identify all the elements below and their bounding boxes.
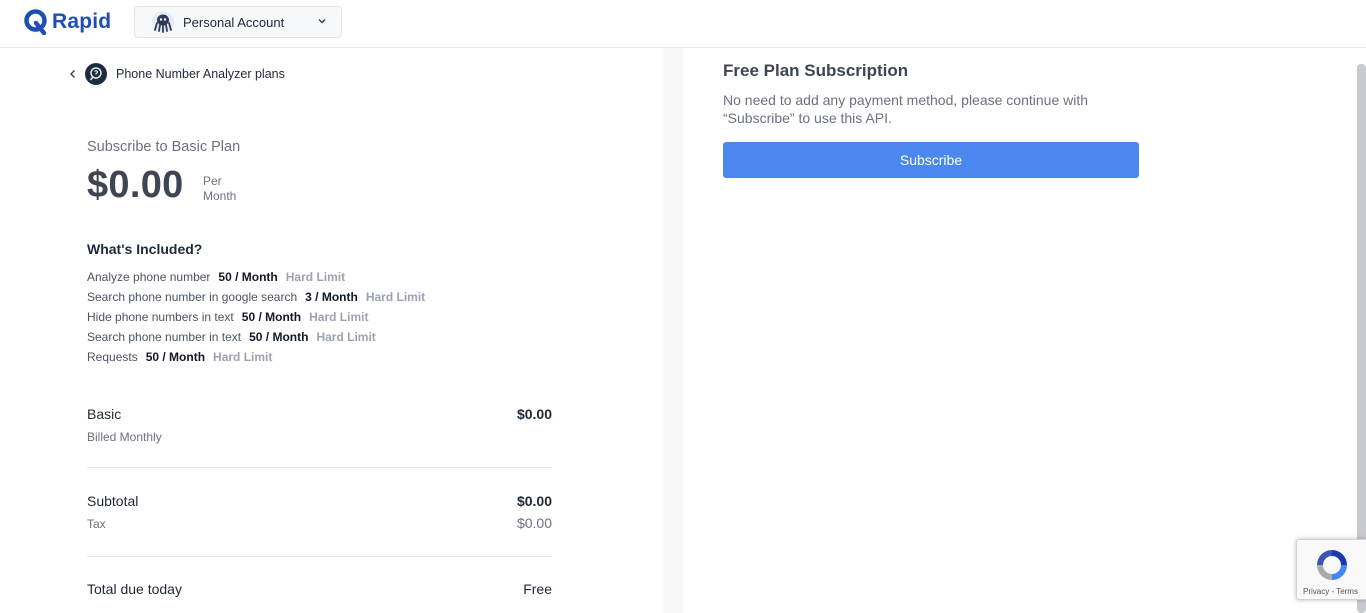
rapid-logo-icon [24, 9, 47, 35]
free-plan-description: No need to add any payment method, pleas… [723, 92, 1089, 126]
feature-limit: 50 / Month [218, 270, 278, 284]
plan-line-price: $0.00 [516, 406, 552, 422]
rapid-logo[interactable]: Rapid [24, 8, 111, 36]
divider [87, 467, 552, 468]
feature-name: Requests [87, 350, 138, 364]
feature-limit-type: Hard Limit [213, 350, 273, 364]
payment-panel: Free Plan Subscription No need to add an… [683, 48, 1366, 613]
back-to-plans-link[interactable]: Phone Number Analyzer plans [68, 62, 285, 86]
price-period-line2: Month [203, 189, 237, 203]
subscribe-plan-title: Subscribe to Basic Plan [87, 139, 241, 155]
price-period-line1: Per [203, 174, 222, 188]
subscribe-button[interactable]: Subscribe [723, 142, 1139, 178]
feature-name: Search phone number in google search [87, 290, 298, 304]
feature-limit-type: Hard Limit [285, 270, 346, 284]
account-avatar-icon [152, 11, 174, 33]
tax-value: $0.00 [516, 515, 552, 531]
feature-item: Search phone number in text 50 / Month H… [87, 327, 425, 347]
plan-price: $0.00 [87, 164, 184, 206]
feature-item: Hide phone numbers in text 50 / Month Ha… [87, 307, 425, 327]
feature-limit: 50 / Month [145, 350, 206, 364]
feature-name: Search phone number in text [87, 330, 242, 344]
free-plan-title: Free Plan Subscription [723, 61, 909, 80]
total-label: Total due today [87, 581, 182, 597]
plan-line-item: Basic $0.00 Billed Monthly [87, 405, 552, 450]
feature-item: Search phone number in google search 3 /… [87, 287, 425, 307]
total-value: Free [523, 581, 552, 597]
api-logo-icon [85, 63, 107, 85]
back-link-label: Phone Number Analyzer plans [116, 67, 285, 81]
feature-limit: 50 / Month [249, 330, 309, 344]
top-navbar: Rapid Personal Account [0, 0, 1366, 48]
feature-limit: 3 / Month [305, 290, 358, 304]
feature-name: Hide phone numbers in text [87, 310, 234, 324]
billing-frequency: Billed Monthly [87, 430, 162, 444]
recaptcha-badge[interactable]: Privacy - Terms [1296, 539, 1366, 600]
plan-name: Basic [87, 406, 122, 422]
recaptcha-icon [1317, 550, 1347, 580]
divider [87, 556, 552, 557]
account-selector[interactable]: Personal Account [134, 6, 342, 38]
feature-limit: 50 / Month [241, 310, 302, 324]
brand-name: Rapid [52, 10, 112, 33]
recaptcha-links[interactable]: Privacy - Terms [1303, 587, 1358, 596]
chevron-left-icon [70, 70, 75, 78]
feature-limit-type: Hard Limit [316, 330, 376, 344]
column-gutter [663, 48, 683, 613]
features-list: Analyze phone number 50 / Month Hard Lim… [87, 267, 425, 367]
price-period: Per Month [203, 174, 253, 204]
scrollbar[interactable] [1357, 64, 1366, 613]
subtotal-value: $0.00 [516, 493, 552, 509]
total-section: Total due today Free [87, 581, 552, 603]
feature-limit-type: Hard Limit [365, 290, 426, 304]
tax-label: Tax [87, 517, 106, 531]
subtotal-label: Subtotal [87, 493, 139, 509]
feature-name: Analyze phone number [87, 270, 211, 284]
subtotal-section: Subtotal $0.00 Tax $0.00 [87, 493, 552, 538]
chevron-down-icon [318, 18, 326, 24]
account-label: Personal Account [183, 14, 285, 30]
included-heading: What's Included? [87, 241, 203, 257]
feature-limit-type: Hard Limit [309, 310, 369, 324]
feature-item: Requests 50 / Month Hard Limit [87, 347, 425, 367]
order-summary-panel: Phone Number Analyzer plans Subscribe to… [0, 48, 663, 613]
feature-item: Analyze phone number 50 / Month Hard Lim… [87, 267, 425, 287]
